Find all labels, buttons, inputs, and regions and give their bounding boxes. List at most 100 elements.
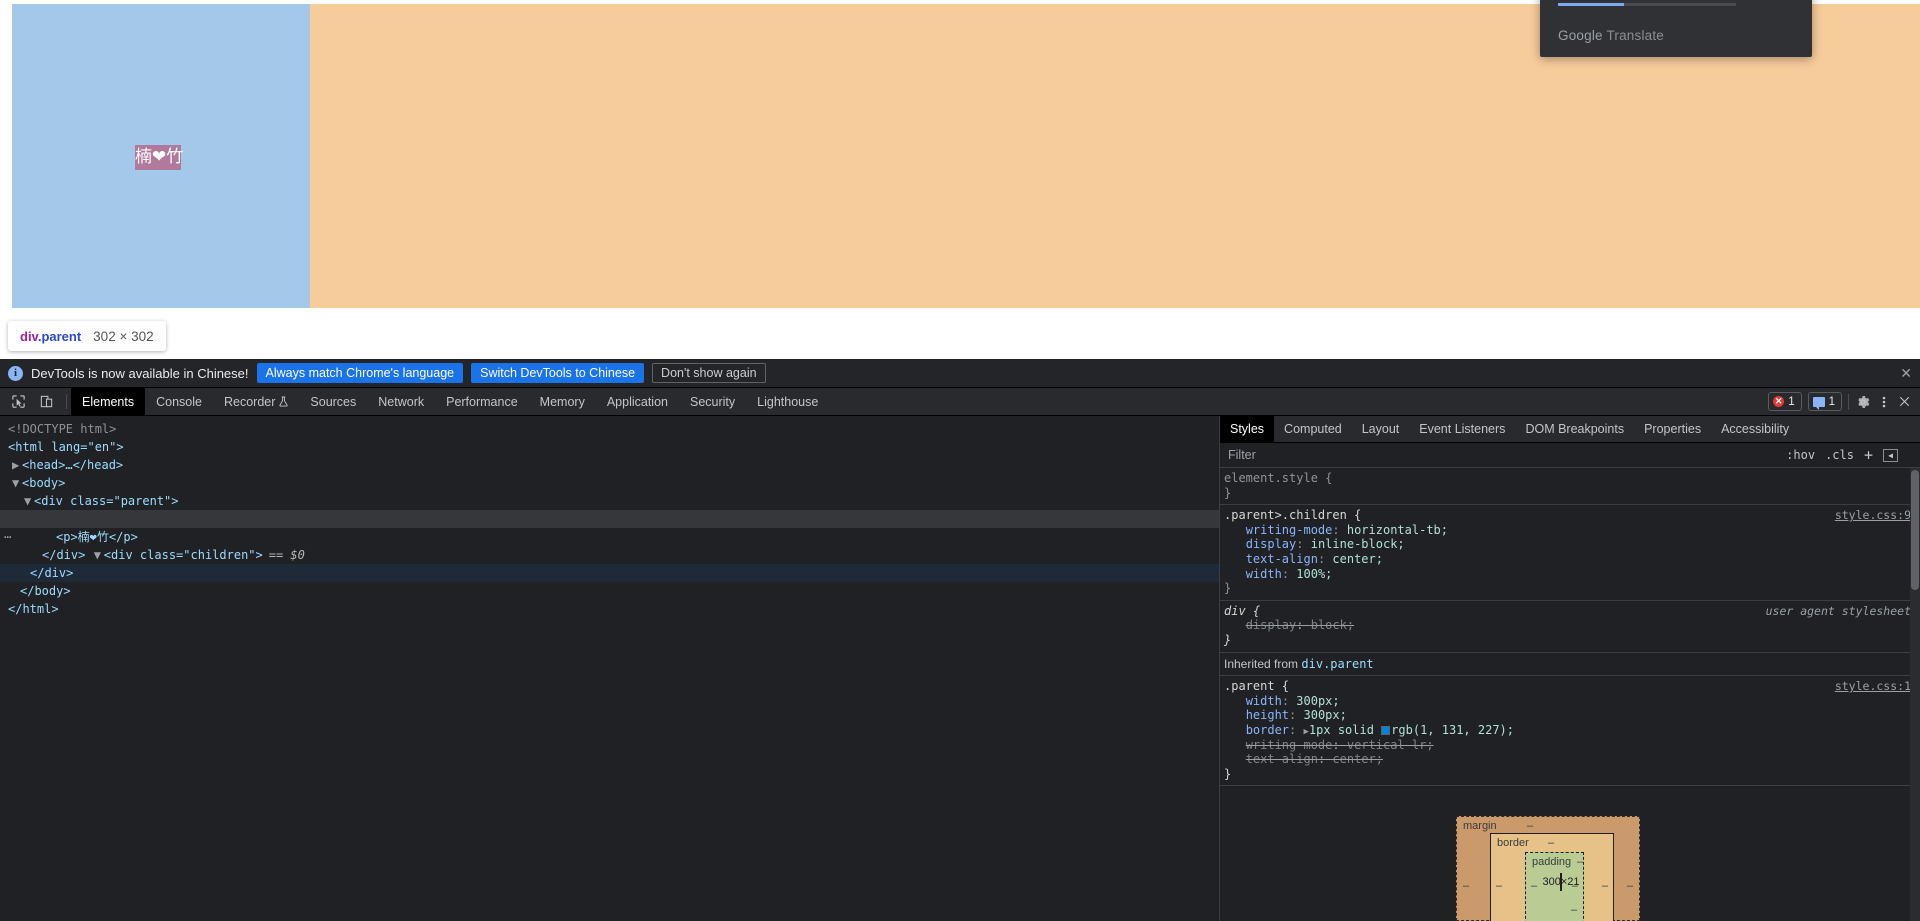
- devtools-tabbar: Elements Console Recorder Sources Networ…: [0, 388, 1920, 416]
- box-model-border-right-value[interactable]: –: [1602, 879, 1608, 894]
- tab-sources[interactable]: Sources: [299, 388, 367, 415]
- prop-width-name[interactable]: width: [1246, 567, 1282, 581]
- box-model-padding-bottom-value[interactable]: –: [1571, 903, 1577, 918]
- dom-line-head[interactable]: ▶ <head>…</head>: [0, 456, 1219, 474]
- message-count-badge[interactable]: 1: [1807, 392, 1842, 411]
- devtools-body: <!DOCTYPE html> <html lang="en"> ▶ <head>…: [0, 416, 1920, 921]
- styles-filter-input[interactable]: Filter: [1228, 448, 1256, 462]
- inspect-element-icon[interactable]: [6, 390, 30, 414]
- tab-computed[interactable]: Computed: [1274, 416, 1352, 442]
- prop-writing-mode-value[interactable]: horizontal-tb;: [1347, 523, 1448, 537]
- dom-line-close-div-outer[interactable]: </div>: [0, 564, 1219, 582]
- tab-security[interactable]: Security: [679, 388, 746, 415]
- cls-toggle-button[interactable]: .cls: [1825, 448, 1854, 462]
- prop-parent-height-value[interactable]: 300px;: [1304, 708, 1347, 722]
- rule-parent-children-source[interactable]: style.css:9: [1835, 508, 1911, 523]
- prop-parent-width-name[interactable]: width: [1246, 694, 1282, 708]
- tab-network[interactable]: Network: [367, 388, 435, 415]
- rule-element-style-selector[interactable]: element.style {: [1224, 471, 1332, 485]
- dom-line-close-body[interactable]: </body>: [0, 582, 1219, 600]
- prop-parent-border-name[interactable]: border: [1246, 723, 1289, 737]
- tab-elements[interactable]: Elements: [71, 388, 146, 415]
- switch-devtools-language-button[interactable]: Switch DevTools to Chinese: [471, 363, 645, 383]
- tab-performance[interactable]: Performance: [435, 388, 529, 415]
- box-model-border-top-value[interactable]: –: [1548, 836, 1554, 851]
- prop-text-align-value[interactable]: center;: [1332, 552, 1383, 566]
- prop-writing-mode-name[interactable]: writing-mode: [1246, 523, 1333, 537]
- tab-application[interactable]: Application: [596, 388, 679, 415]
- rule-parent-children[interactable]: style.css:9 .parent>.children { writing-…: [1220, 505, 1920, 601]
- device-toolbar-icon[interactable]: [34, 390, 58, 414]
- tab-console[interactable]: Console: [145, 388, 213, 415]
- hov-toggle-button[interactable]: :hov: [1786, 448, 1815, 462]
- box-model-margin-left-value[interactable]: –: [1463, 879, 1469, 894]
- computed-sidebar-toggle-icon[interactable]: ◀: [1883, 448, 1898, 462]
- expand-arrow-head-icon[interactable]: ▶: [12, 456, 22, 474]
- prop-parent-height-name[interactable]: height: [1246, 708, 1289, 722]
- box-model-border-left-value[interactable]: –: [1496, 879, 1502, 894]
- prop-parent-border-value[interactable]: 1px solid rgb(1, 131, 227);: [1309, 723, 1514, 737]
- box-model-margin-top-value[interactable]: –: [1527, 819, 1533, 834]
- google-translate-popup[interactable]: Google Translate: [1540, 0, 1812, 57]
- rule-div-selector[interactable]: div {: [1224, 604, 1260, 618]
- rule-element-style[interactable]: element.style { }: [1220, 468, 1920, 506]
- tab-dom-breakpoints[interactable]: DOM Breakpoints: [1515, 416, 1634, 442]
- always-match-language-button[interactable]: Always match Chrome's language: [256, 363, 464, 383]
- box-model-padding-left-value[interactable]: –: [1531, 879, 1537, 894]
- dom-line-close-html[interactable]: </html>: [0, 600, 1219, 618]
- tab-recorder[interactable]: Recorder: [213, 388, 299, 415]
- dom-line-div-children[interactable]: ⋯ ▼ <div class="children"> == $0: [0, 510, 1219, 562]
- dont-show-again-button[interactable]: Don't show again: [652, 363, 766, 383]
- tab-accessibility[interactable]: Accessibility: [1711, 416, 1799, 442]
- prop-text-align-name[interactable]: text-align: [1246, 552, 1318, 566]
- prop-display-name[interactable]: display: [1246, 537, 1297, 551]
- dom-body-text: <body>: [22, 476, 66, 490]
- tab-event-listeners[interactable]: Event Listeners: [1409, 416, 1515, 442]
- box-model-margin-right-value[interactable]: –: [1627, 879, 1633, 894]
- rule-div-user-agent[interactable]: user agent stylesheet div { display: blo…: [1220, 601, 1920, 653]
- rule-parent-source[interactable]: style.css:1: [1835, 679, 1911, 694]
- tab-layout[interactable]: Layout: [1352, 416, 1410, 442]
- dom-line-html[interactable]: <html lang="en">: [0, 438, 1219, 456]
- error-icon: ✕: [1773, 396, 1785, 407]
- styles-pane-scrollbar[interactable]: ▲: [1910, 468, 1920, 921]
- box-model-content[interactable]: 300×21: [1543, 873, 1580, 891]
- prop-parent-writing-mode[interactable]: writing-mode: vertical-lr;: [1246, 738, 1434, 752]
- collapse-arrow-body-icon[interactable]: ▼: [12, 474, 22, 492]
- node-info-tooltip: div.parent 302 × 302: [8, 321, 166, 351]
- tab-lighthouse[interactable]: Lighthouse: [746, 388, 829, 415]
- dom-close-div-outer-text: </div>: [30, 566, 74, 580]
- tab-memory[interactable]: Memory: [529, 388, 596, 415]
- tab-styles[interactable]: Styles: [1220, 416, 1275, 442]
- prop-div-display[interactable]: display: block;: [1246, 618, 1354, 632]
- rule-parent[interactable]: style.css:1 .parent { width: 300px; heig…: [1220, 676, 1920, 787]
- dom-line-body[interactable]: ▼ <body>: [0, 474, 1219, 492]
- gear-icon[interactable]: [1855, 394, 1871, 410]
- rule-parent-selector[interactable]: .parent {: [1224, 679, 1289, 693]
- collapse-arrow-parent-icon[interactable]: ▼: [24, 492, 34, 510]
- new-style-rule-button[interactable]: +: [1864, 446, 1873, 464]
- dom-tree-pane[interactable]: <!DOCTYPE html> <html lang="en"> ▶ <head>…: [0, 416, 1219, 921]
- more-options-icon[interactable]: [1877, 394, 1891, 410]
- prop-parent-text-align[interactable]: text-align: center;: [1246, 752, 1383, 766]
- error-count-badge[interactable]: ✕ 1: [1768, 392, 1802, 411]
- box-model-padding-top-value[interactable]: –: [1577, 855, 1583, 870]
- dom-line-close-div-inner[interactable]: </div>: [0, 546, 1219, 564]
- tab-properties[interactable]: Properties: [1634, 416, 1711, 442]
- node-tooltip-dimensions: 302 × 302: [93, 328, 154, 344]
- dom-line-p[interactable]: <p>楠❤竹</p>: [0, 528, 1219, 546]
- close-devtools-icon[interactable]: [1897, 394, 1912, 409]
- box-model-diagram[interactable]: margin – – – border – – – padding – – – …: [1456, 816, 1640, 921]
- rule-parent-children-selector[interactable]: .parent>.children {: [1224, 508, 1361, 522]
- prop-parent-width-value[interactable]: 300px;: [1296, 694, 1339, 708]
- inherited-from-element[interactable]: div.parent: [1301, 657, 1373, 671]
- prop-display-value[interactable]: inline-block;: [1311, 537, 1405, 551]
- scrollbar-thumb[interactable]: [1911, 470, 1919, 590]
- prop-width-value[interactable]: 100%;: [1296, 567, 1332, 581]
- tab-network-label: Network: [378, 394, 425, 409]
- tab-computed-label: Computed: [1284, 422, 1342, 436]
- color-swatch[interactable]: [1381, 725, 1391, 735]
- dom-line-div-parent[interactable]: ▼ <div class="parent">: [0, 492, 1219, 510]
- dom-line-doctype[interactable]: <!DOCTYPE html>: [0, 420, 1219, 438]
- close-icon[interactable]: ✕: [1900, 366, 1912, 380]
